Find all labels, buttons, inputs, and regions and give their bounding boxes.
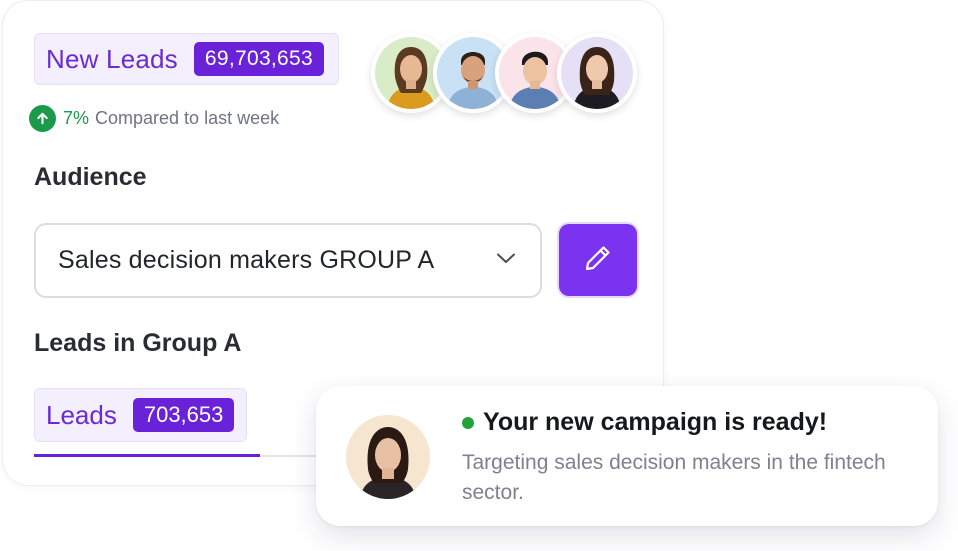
tab-underline-track: [34, 454, 334, 457]
audience-select-value: Sales decision makers GROUP A: [58, 246, 435, 274]
leads-tab[interactable]: Leads 703,653: [34, 388, 248, 442]
avatar: [557, 33, 637, 113]
trend-percent: 7%: [63, 108, 90, 128]
page: New Leads 69,703,653 7% Compared to last…: [0, 0, 958, 551]
tab-active-indicator: [34, 454, 260, 457]
edit-audience-button[interactable]: [559, 224, 637, 296]
notification-avatar: [346, 415, 430, 499]
new-leads-count-badge: 69,703,653: [193, 42, 324, 76]
chevron-down-icon: [494, 246, 518, 275]
new-leads-label: New Leads: [46, 43, 178, 74]
audience-select[interactable]: Sales decision makers GROUP A: [34, 223, 542, 298]
leads-tab-label: Leads: [46, 399, 117, 430]
avatar-group: [371, 33, 643, 117]
new-leads-metric: New Leads 69,703,653: [34, 33, 339, 85]
leads-group-heading: Leads in Group A: [34, 329, 242, 357]
pencil-icon: [582, 242, 614, 279]
audience-heading: Audience: [34, 163, 147, 191]
notification-title-row: Your new campaign is ready!: [462, 408, 827, 437]
status-dot-icon: [462, 416, 474, 429]
notification-body: Targeting sales decision makers in the f…: [462, 451, 886, 504]
trend-indicator: 7% Compared to last week: [29, 105, 279, 132]
leads-count-badge: 703,653: [132, 398, 235, 432]
notification-title: Your new campaign is ready!: [483, 408, 828, 436]
campaign-ready-notification: Your new campaign is ready! Targeting sa…: [316, 386, 938, 526]
trend-text: Compared to last week: [95, 108, 280, 128]
arrow-up-icon: [29, 105, 56, 132]
